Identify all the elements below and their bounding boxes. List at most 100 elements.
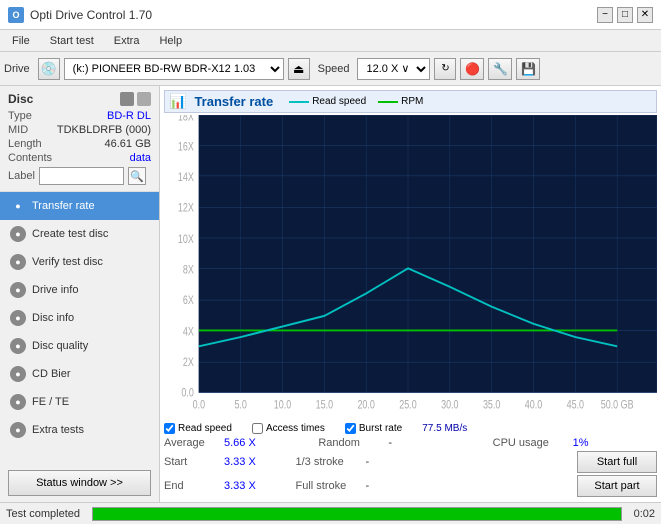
disc-quality-label: Disc quality [32,340,88,352]
speed-select[interactable]: 12.0 X ∨ [357,58,430,80]
create-test-disc-label: Create test disc [32,228,108,240]
time-display: 0:02 [634,508,655,520]
menu-file[interactable]: File [4,33,38,49]
svg-text:10.0: 10.0 [274,398,292,412]
nav-list: ● Transfer rate ● Create test disc ●Verify t… [0,192,159,444]
svg-text:14X: 14X [178,171,194,185]
fe-te-label: FE / TE [32,396,69,408]
chart-area: 📊 Transfer rate Read speed RPM [160,86,661,502]
cb-read-speed-input[interactable] [164,423,175,434]
title-bar: O Opti Drive Control 1.70 − □ ✕ [0,0,661,30]
disc-section: Disc Type BD-R DL MID TDKBLDRFB (000) Le… [0,86,159,192]
chart-title: Transfer rate [194,94,273,109]
stats-row2: Start 3.33 X 1/3 stroke - Start full [164,450,657,474]
sidebar-item-fe-te[interactable]: ● FE / TE [0,388,159,416]
refresh-button[interactable]: ↻ [434,58,456,80]
sidebar-item-disc-info[interactable]: ●Disc info [0,304,159,332]
label-input[interactable] [39,167,124,185]
mid-label: MID [8,124,28,136]
legend-read-speed: Read speed [289,96,366,107]
start-label: Start [164,456,224,468]
stroke1-value: - [366,456,436,468]
length-value: 46.61 GB [105,138,151,150]
create-test-disc-icon: ● [10,226,26,242]
random-label: Random [318,437,388,449]
save-button[interactable]: 💾 [516,58,540,80]
stroke2-value: - [366,480,436,492]
chart-legend: Read speed RPM [289,96,423,107]
average-value: 5.66 X [224,437,284,449]
svg-text:2X: 2X [183,356,194,370]
svg-text:18X: 18X [178,115,194,124]
sidebar: Disc Type BD-R DL MID TDKBLDRFB (000) Le… [0,86,160,502]
label-icon-btn[interactable]: 🔍 [128,167,146,185]
svg-text:5.0: 5.0 [234,398,247,412]
drive-info-label: Drive info [32,284,78,296]
cpu-value: 1% [573,437,623,449]
progress-bar [92,507,622,521]
menu-start-test[interactable]: Start test [42,33,102,49]
disc-quality-icon: ● [10,338,26,354]
transfer-rate-label: Transfer rate [32,200,95,212]
burst-rate-value: 77.5 MB/s [422,423,467,434]
legend-rpm: RPM [378,96,423,107]
cb-access-times[interactable]: Access times [252,423,325,434]
svg-text:45.0: 45.0 [567,398,585,412]
cb-read-speed[interactable]: Read speed [164,423,232,434]
progress-fill [93,508,621,520]
label-label: Label [8,170,35,182]
svg-text:20.0: 20.0 [357,398,375,412]
close-button[interactable]: ✕ [637,7,653,23]
svg-text:15.0: 15.0 [316,398,334,412]
sidebar-item-drive-info[interactable]: ●Drive info [0,276,159,304]
drive-label: Drive [4,63,30,75]
sidebar-item-disc-quality[interactable]: ● Disc quality [0,332,159,360]
verify-test-disc-icon: ● [10,254,26,270]
eject-button[interactable]: ⏏ [288,58,310,80]
chart-header: 📊 Transfer rate Read speed RPM [164,90,657,113]
status-window-button[interactable]: Status window >> [8,470,151,496]
stroke2-label: Full stroke [296,480,366,492]
sidebar-item-create-test-disc[interactable]: ● Create test disc [0,220,159,248]
fe-te-icon: ● [10,394,26,410]
end-label: End [164,480,224,492]
sidebar-item-verify-test-disc[interactable]: ●Verify test disc [0,248,159,276]
start-part-button[interactable]: Start part [577,475,657,497]
stats-row1: Average 5.66 X Random - CPU usage 1% [164,436,657,450]
sidebar-item-extra-tests[interactable]: ●Extra tests [0,416,159,444]
maximize-button[interactable]: □ [617,7,633,23]
cd-bier-icon: ● [10,366,26,382]
settings-button1[interactable]: 🔴 [460,58,484,80]
cb-burst-rate[interactable]: Burst rate [345,423,402,434]
disc-icon2[interactable] [137,92,151,106]
cb-access-times-input[interactable] [252,423,263,434]
start-full-button[interactable]: Start full [577,451,657,473]
sidebar-item-cd-bier[interactable]: ● CD Bier [0,360,159,388]
transfer-rate-icon: ● [10,198,26,214]
stats-row3: End 3.33 X Full stroke - Start part [164,474,657,498]
menu-help[interactable]: Help [151,33,190,49]
sidebar-item-transfer-rate[interactable]: ● Transfer rate [0,192,159,220]
cb-burst-rate-input[interactable] [345,423,356,434]
mid-value: TDKBLDRFB (000) [57,124,151,136]
extra-tests-label: Extra tests [32,424,84,436]
menu-extra[interactable]: Extra [106,33,148,49]
svg-text:16X: 16X [178,141,194,155]
cd-bier-label: CD Bier [32,368,71,380]
drive-select[interactable]: (k:) PIONEER BD-RW BDR-X12 1.03 [64,58,284,80]
type-value: BD-R DL [107,110,151,122]
end-value: 3.33 X [224,480,284,492]
contents-label: Contents [8,152,52,164]
svg-text:4X: 4X [183,326,194,340]
disc-title: Disc [8,92,33,106]
chart-svg-container: 18X 16X 14X 12X 10X 8X 6X 4X 2X 0.0 0.0 … [164,115,657,419]
minimize-button[interactable]: − [597,7,613,23]
svg-text:12X: 12X [178,201,194,215]
settings-button2[interactable]: 🔧 [488,58,512,80]
disc-info-icon: ● [10,310,26,326]
svg-text:40.0: 40.0 [525,398,543,412]
window-controls: − □ ✕ [597,7,653,23]
disc-icon1[interactable] [120,92,134,106]
svg-text:8X: 8X [183,263,194,277]
start-value: 3.33 X [224,456,284,468]
